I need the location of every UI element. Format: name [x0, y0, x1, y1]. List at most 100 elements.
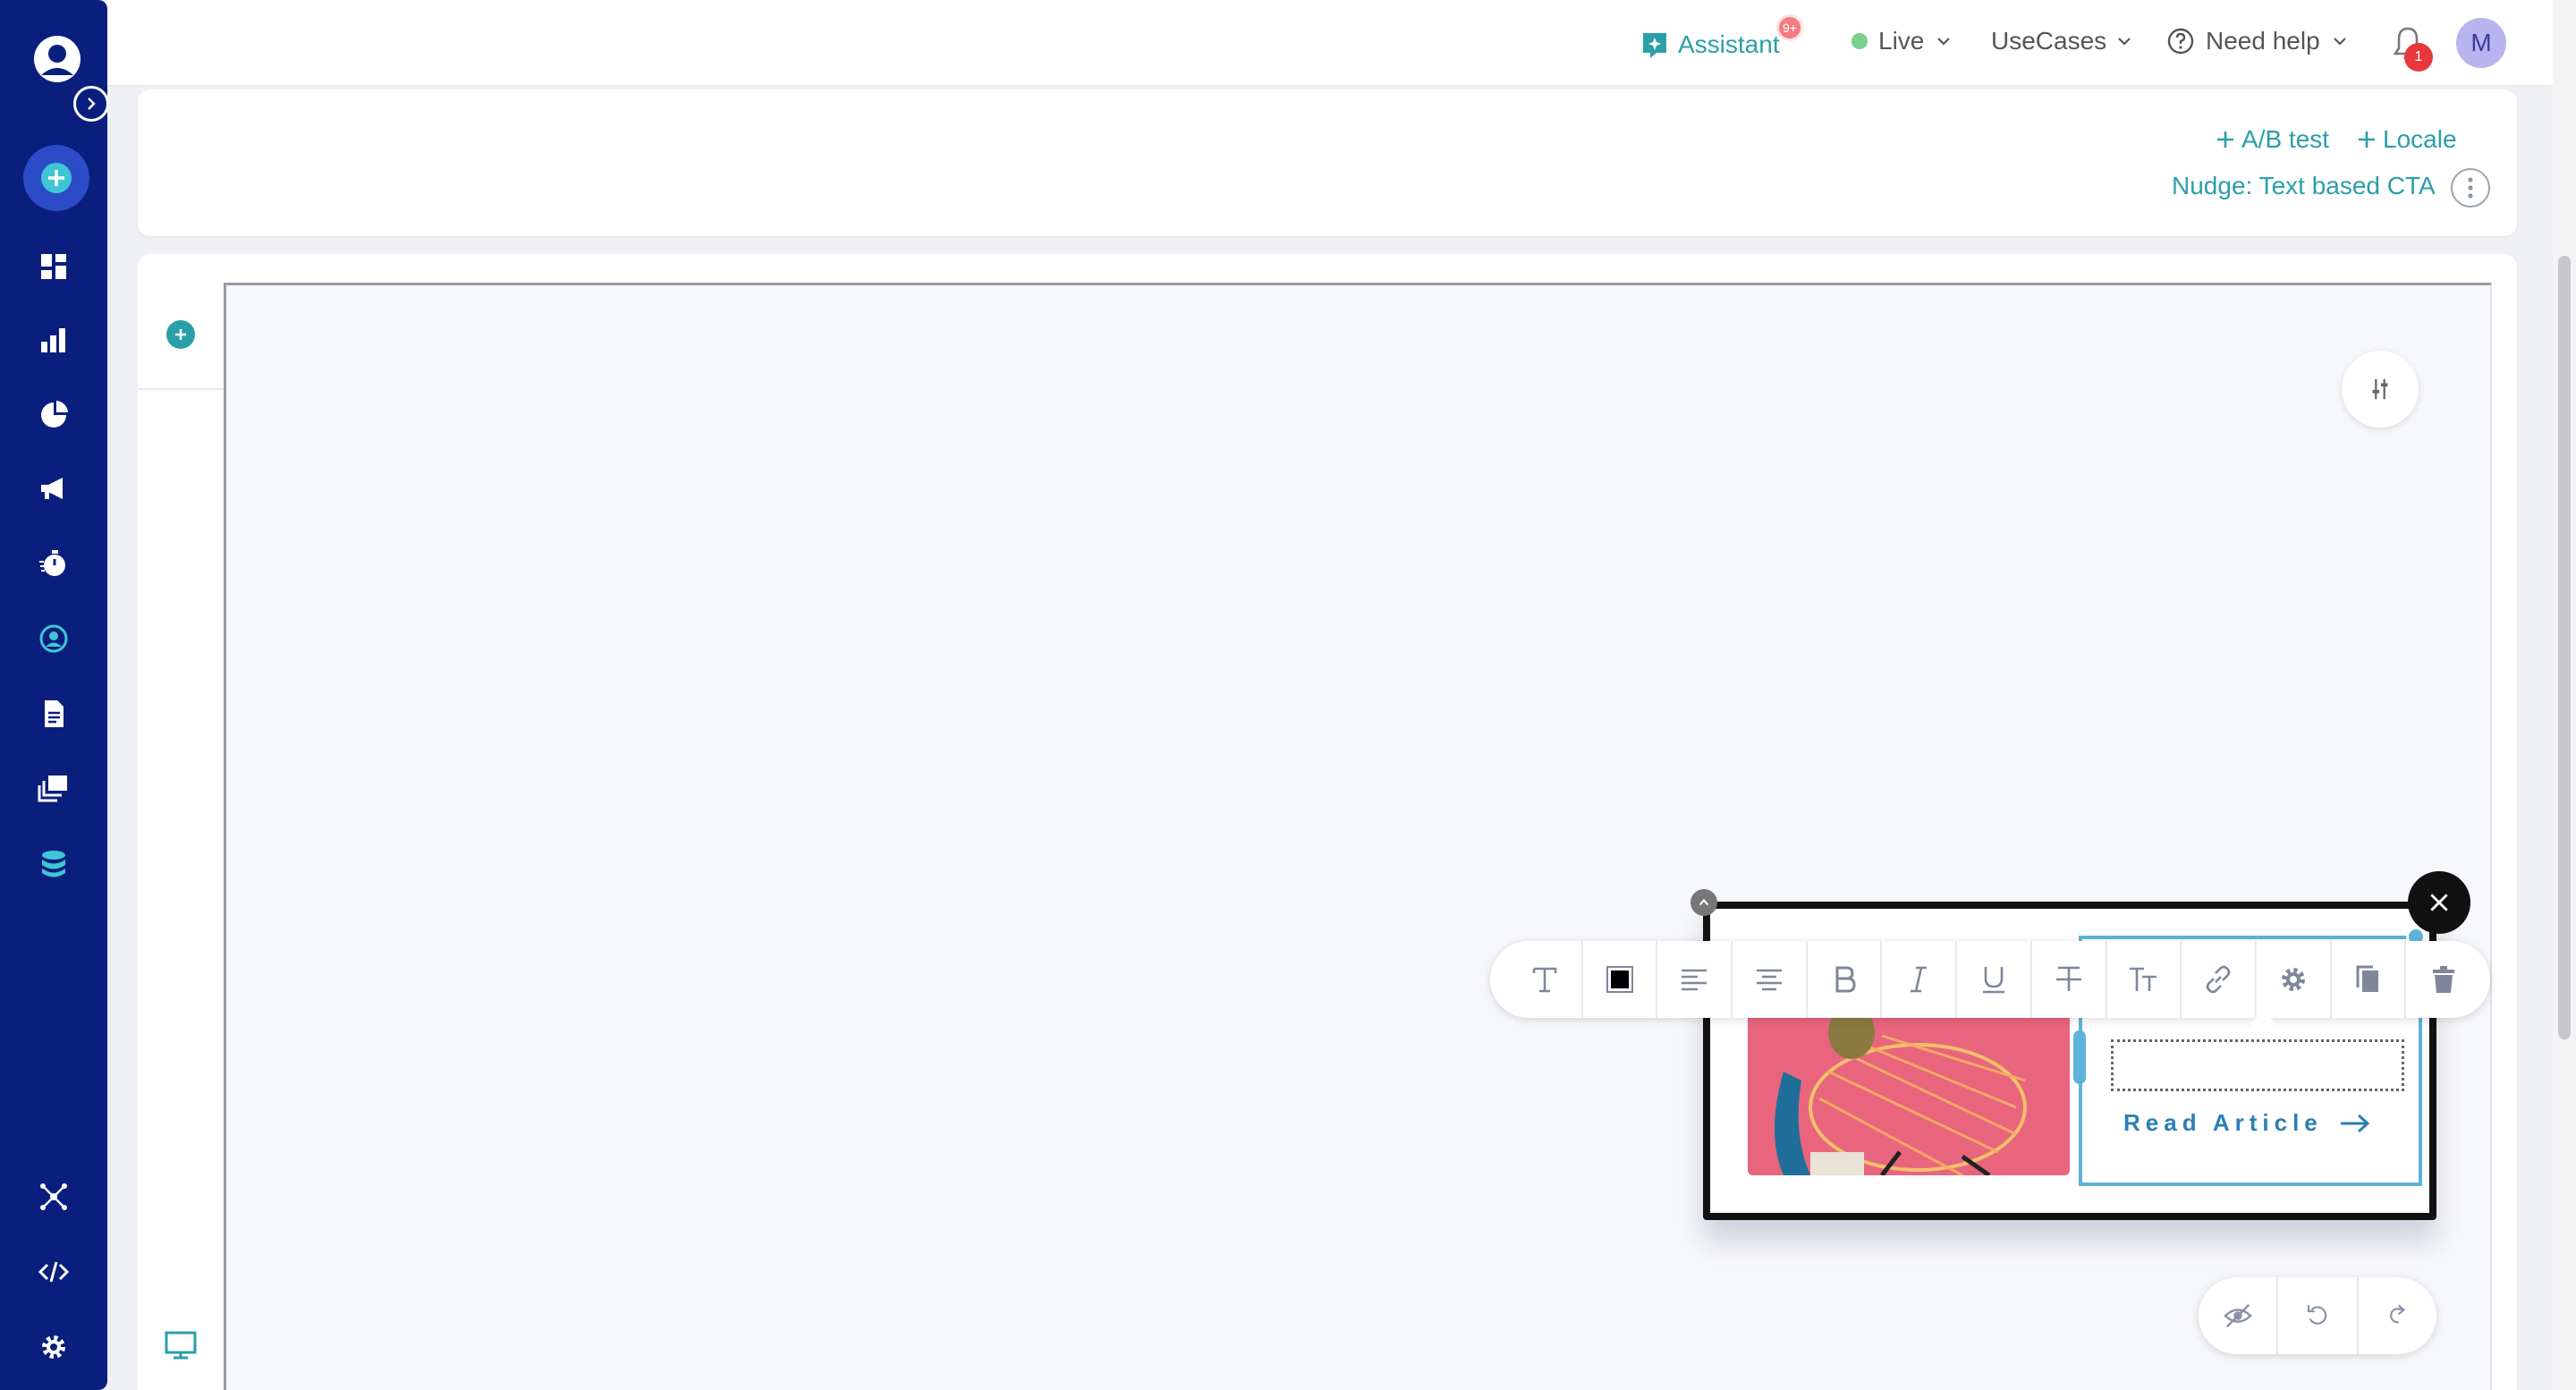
link-button[interactable] — [2182, 941, 2257, 1018]
trash-icon — [2433, 966, 2455, 993]
text-placeholder[interactable] — [2111, 1039, 2404, 1091]
sidebar-item-analytics[interactable] — [34, 320, 73, 360]
font-size-button[interactable] — [2107, 941, 2182, 1018]
assistant-badge: 9+ — [1776, 14, 1803, 41]
network-icon — [40, 1183, 67, 1210]
strikethrough-icon — [2055, 966, 2081, 991]
chevron-down-icon — [2333, 38, 2346, 46]
editor-canvas[interactable] — [224, 283, 2492, 1390]
hide-preview-button[interactable] — [2199, 1277, 2279, 1354]
desktop-preview-icon[interactable] — [165, 1331, 197, 1360]
sidebar-item-reports[interactable] — [34, 395, 73, 435]
duplicate-button[interactable] — [2332, 941, 2407, 1018]
close-nudge-button[interactable] — [2408, 871, 2470, 934]
add-element-button[interactable] — [166, 320, 195, 349]
sidebar-item-dashboard[interactable] — [34, 247, 73, 286]
pie-chart-icon — [41, 401, 68, 428]
align-left-icon — [1682, 969, 1707, 991]
text-format-toolbar — [1490, 941, 2490, 1018]
user-avatar[interactable]: M — [2456, 18, 2506, 68]
text-color-button[interactable] — [1583, 941, 1658, 1018]
need-help-dropdown[interactable]: Need help — [2166, 27, 2349, 55]
canvas-settings-button[interactable] — [2342, 351, 2419, 428]
read-article-cta[interactable]: Read Article — [2123, 1109, 2371, 1137]
assistant-icon — [1643, 33, 1666, 58]
sidebar-item-timers[interactable] — [34, 544, 73, 583]
database-icon — [42, 851, 65, 877]
underline-icon — [1982, 967, 2004, 994]
environment-dropdown[interactable]: Live — [1852, 27, 1953, 55]
nudge-header-card — [138, 89, 2517, 236]
sidebar-item-templates[interactable] — [34, 769, 73, 809]
text-size-icon — [2130, 967, 2157, 991]
element-settings-button[interactable] — [2257, 941, 2332, 1018]
live-status-dot — [1852, 33, 1868, 49]
text-t-icon — [1532, 967, 1557, 993]
undo-button[interactable] — [2278, 1277, 2359, 1354]
code-icon — [38, 1261, 70, 1283]
chevron-down-icon — [1937, 38, 1951, 46]
align-center-button[interactable] — [1733, 941, 1808, 1018]
close-icon — [2430, 894, 2448, 911]
help-circle-icon — [2167, 28, 2194, 55]
plus-icon — [175, 329, 186, 340]
notification-badge: 1 — [2404, 43, 2433, 72]
chevron-down-icon — [2118, 38, 2131, 46]
article-image[interactable] — [1748, 1000, 2070, 1175]
sidebar-item-campaigns[interactable] — [34, 469, 73, 508]
settings-icon — [42, 1335, 65, 1359]
create-new-button[interactable] — [23, 145, 89, 211]
sidebar-item-developer[interactable] — [34, 1252, 73, 1292]
resize-handle[interactable] — [2073, 1030, 2086, 1084]
usecases-label: UseCases — [1991, 27, 2107, 55]
collapse-button[interactable] — [1690, 889, 1717, 916]
font-button[interactable] — [1508, 941, 1583, 1018]
vertical-dots-icon — [2468, 177, 2473, 199]
chair-image — [1748, 1000, 2070, 1175]
color-swatch-icon — [1606, 966, 1633, 993]
redo-button[interactable] — [2359, 1277, 2436, 1354]
sidebar-expand-button[interactable] — [73, 86, 109, 122]
copy-icon — [2356, 965, 2379, 992]
usecases-dropdown[interactable]: UseCases — [1991, 27, 2133, 55]
sidebar-item-data[interactable] — [34, 844, 73, 884]
need-help-label: Need help — [2206, 27, 2320, 55]
bar-chart-icon — [41, 328, 65, 352]
document-icon — [45, 700, 64, 727]
gallery-icon — [38, 776, 67, 802]
delete-button[interactable] — [2406, 941, 2481, 1018]
bold-button[interactable] — [1808, 941, 1883, 1018]
assistant-label: Assistant — [1678, 30, 1780, 58]
underline-button[interactable] — [1957, 941, 2032, 1018]
redo-icon — [2390, 1304, 2406, 1324]
divider — [138, 388, 224, 390]
gear-icon — [2281, 968, 2305, 991]
sidebar-item-settings[interactable] — [34, 1327, 73, 1367]
link-icon — [2206, 965, 2231, 994]
strikethrough-button[interactable] — [2032, 941, 2107, 1018]
sidebar-item-segments[interactable] — [34, 619, 73, 658]
italic-icon — [1911, 966, 1928, 993]
more-options-button[interactable] — [2451, 168, 2490, 208]
align-left-button[interactable] — [1657, 941, 1733, 1018]
eye-off-icon — [2223, 1303, 2252, 1328]
canvas-controls — [2199, 1277, 2436, 1354]
dashboard-icon — [41, 254, 66, 279]
locale-label: Locale — [2383, 125, 2457, 153]
add-locale-button[interactable]: Locale — [2356, 125, 2457, 154]
user-target-icon — [39, 624, 68, 653]
arrow-right-icon — [2340, 1114, 2370, 1132]
sidebar — [0, 0, 109, 1390]
cta-label: Read Article — [2123, 1109, 2323, 1136]
page-scrollbar-thumb[interactable] — [2558, 256, 2571, 1039]
align-center-icon — [1756, 969, 1782, 991]
environment-label: Live — [1878, 27, 1925, 55]
chevron-up-icon — [1699, 898, 1709, 906]
assistant-button[interactable]: Assistant — [1640, 27, 1780, 63]
sidebar-item-content[interactable] — [34, 694, 73, 733]
logo-icon[interactable] — [32, 34, 82, 84]
add-ab-test-button[interactable]: A/B test — [2215, 125, 2329, 154]
sidebar-item-integrations[interactable] — [34, 1177, 73, 1216]
italic-button[interactable] — [1882, 941, 1958, 1018]
plus-icon — [2359, 131, 2375, 148]
